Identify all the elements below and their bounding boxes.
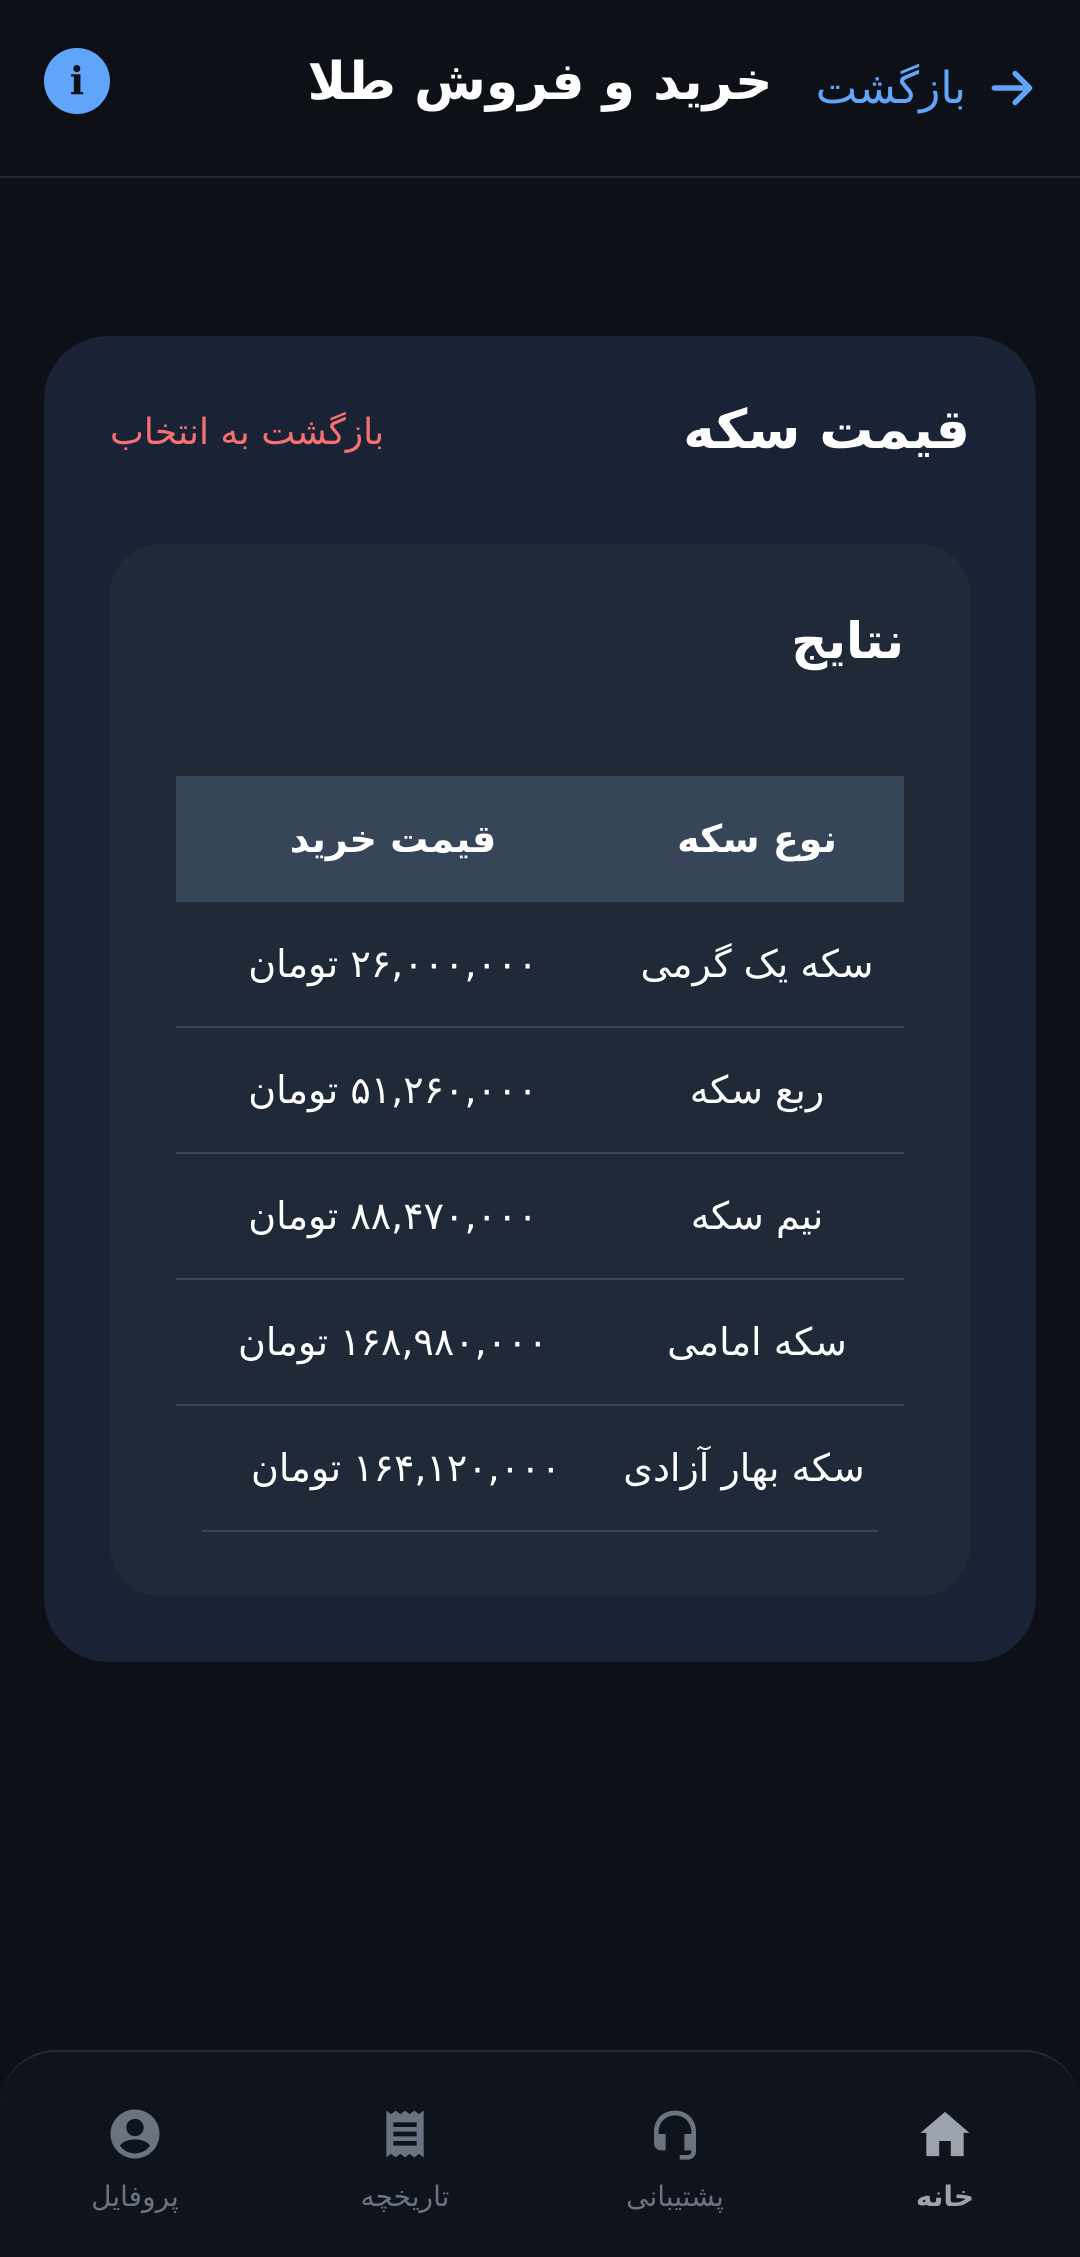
nav-item-label: پشتیبانی	[626, 2180, 724, 2213]
nav-item-profile[interactable]: پروفایل	[0, 2052, 270, 2257]
headset-icon	[654, 2110, 696, 2160]
back-to-selection-link[interactable]: بازگشت به انتخاب	[110, 412, 384, 453]
user-icon	[110, 2109, 160, 2159]
nav-item-label: پروفایل	[91, 2180, 179, 2213]
results-card: نتایج نوع سکه قیمت خرید سکه یک گرمی ۲۶,۰…	[110, 544, 970, 1596]
coin-type-cell: نیم سکه	[690, 1194, 824, 1238]
bottom-navigation: خانه پشتیبانی تاریخچه پروفایل	[0, 2050, 1080, 2257]
table-row: سکه امامی ۱۶۸,۹۸۰,۰۰۰ تومان	[176, 1280, 904, 1406]
nav-item-label: تاریخچه	[360, 2180, 450, 2213]
page-title: خرید و فروش طلا	[307, 52, 773, 112]
table-row: ربع سکه ۵۱,۲۶۰,۰۰۰ تومان	[176, 1028, 904, 1154]
page: بازگشت خرید و فروش طلا i قیمت سکه بازگشت…	[0, 0, 1080, 2257]
coin-price-card: قیمت سکه بازگشت به انتخاب نتایج نوع سکه …	[44, 336, 1036, 1662]
price-cell: ۲۶,۰۰۰,۰۰۰ تومان	[248, 942, 538, 986]
nav-item-home[interactable]: خانه	[810, 2052, 1080, 2257]
coin-type-cell: سکه بهار آزادی	[623, 1446, 865, 1490]
results-table: نوع سکه قیمت خرید سکه یک گرمی ۲۶,۰۰۰,۰۰۰…	[176, 776, 904, 1532]
table-row: نیم سکه ۸۸,۴۷۰,۰۰۰ تومان	[176, 1154, 904, 1280]
coin-type-cell: ربع سکه	[689, 1068, 825, 1112]
nav-item-support[interactable]: پشتیبانی	[540, 2052, 810, 2257]
home-icon	[920, 2111, 970, 2157]
receipt-icon	[386, 2110, 424, 2158]
column-header-type: نوع سکه	[677, 817, 837, 861]
table-header: نوع سکه قیمت خرید	[176, 776, 904, 902]
price-cell: ۱۶۴,۱۲۰,۰۰۰ تومان	[251, 1446, 561, 1490]
top-app-bar: بازگشت خرید و فروش طلا i	[0, 0, 1080, 178]
price-cell: ۱۶۸,۹۸۰,۰۰۰ تومان	[238, 1320, 548, 1364]
info-button[interactable]: i	[44, 48, 110, 114]
table-row: سکه یک گرمی ۲۶,۰۰۰,۰۰۰ تومان	[176, 902, 904, 1028]
price-cell: ۵۱,۲۶۰,۰۰۰ تومان	[248, 1068, 538, 1112]
table-row: سکه بهار آزادی ۱۶۴,۱۲۰,۰۰۰ تومان	[202, 1406, 878, 1532]
price-cell: ۸۸,۴۷۰,۰۰۰ تومان	[248, 1194, 538, 1238]
coin-type-cell: سکه یک گرمی	[640, 942, 874, 986]
results-title: نتایج	[791, 612, 904, 670]
nav-item-label: خانه	[915, 2180, 975, 2213]
nav-item-history[interactable]: تاریخچه	[270, 2052, 540, 2257]
column-header-price: قیمت خرید	[289, 817, 497, 861]
card-title: قیمت سکه	[683, 398, 970, 461]
info-icon: i	[69, 58, 85, 103]
coin-type-cell: سکه امامی	[667, 1320, 847, 1364]
